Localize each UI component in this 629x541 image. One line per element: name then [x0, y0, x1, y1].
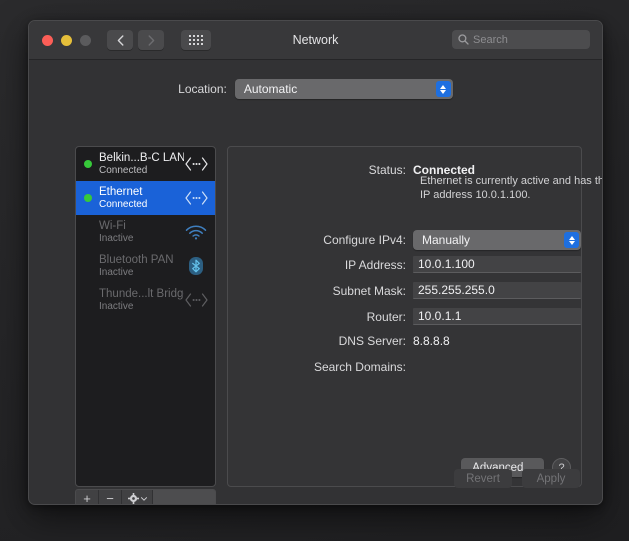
panes: Belkin...B-C LAN Connected Ethernet Conn… [75, 146, 602, 504]
chevron-right-icon [148, 34, 154, 46]
service-name: Wi-Fi [99, 219, 126, 232]
service-status: Inactive [99, 300, 134, 312]
network-service-list[interactable]: Belkin...B-C LAN Connected Ethernet Conn… [75, 146, 216, 487]
location-dropdown[interactable]: Automatic [234, 79, 453, 99]
service-row-thunderbolt-bridge[interactable]: Thunde...lt Bridge Inactive [76, 283, 215, 317]
service-row-belkin[interactable]: Belkin...B-C LAN Connected [76, 147, 215, 181]
subnet-mask-row: Subnet Mask: [228, 282, 581, 299]
bluetooth-icon [184, 256, 208, 276]
search-field[interactable] [452, 30, 590, 49]
back-button[interactable] [107, 30, 133, 50]
status-dot [84, 160, 92, 168]
ip-address-input[interactable] [413, 256, 581, 273]
configure-ipv4-label: Configure IPv4: [323, 233, 406, 247]
service-name: Belkin...B-C LAN [99, 151, 184, 164]
footer-filler [153, 490, 215, 504]
chevron-updown-icon [564, 232, 579, 248]
dns-server-value: 8.8.8.8 [413, 334, 450, 348]
service-row-bluetooth-pan[interactable]: Bluetooth PAN Inactive [76, 249, 215, 283]
traffic-lights [42, 34, 91, 46]
minimize-window-button[interactable] [61, 34, 72, 46]
router-label: Router: [366, 309, 406, 324]
revert-button[interactable]: Revert [454, 469, 512, 488]
apply-button[interactable]: Apply [522, 469, 580, 488]
router-row: Router: [228, 308, 581, 325]
dns-server-label: DNS Server: [338, 334, 406, 348]
status-description: Ethernet is currently active and has the… [420, 175, 603, 201]
window-titlebar: Network [29, 21, 602, 60]
wifi-icon [184, 225, 208, 240]
forward-button [138, 30, 164, 50]
service-status: Connected [99, 198, 148, 210]
location-value: Automatic [243, 82, 298, 96]
location-label: Location: [178, 82, 227, 96]
service-list-footer: + − [75, 489, 216, 504]
search-domains-row: Search Domains: [228, 360, 581, 374]
status-dot [84, 194, 92, 202]
network-preferences-window: Network Location: Automatic [28, 20, 603, 505]
service-status: Connected [99, 164, 148, 176]
status-dot [84, 296, 92, 304]
configure-ipv4-dropdown[interactable]: Manually [413, 230, 581, 250]
configure-ipv4-row: Configure IPv4: Manually [228, 230, 581, 250]
search-icon [458, 34, 469, 45]
toolbar-navigation [107, 30, 211, 50]
status-dot [84, 262, 92, 270]
configure-ipv4-value: Manually [422, 233, 471, 247]
subnet-mask-label: Subnet Mask: [332, 283, 406, 298]
gear-icon [127, 493, 139, 504]
search-domains-label: Search Domains: [313, 360, 406, 374]
service-detail-pane: Status: Connected Ethernet is currently … [227, 146, 602, 487]
remove-service-button[interactable]: − [99, 490, 122, 504]
service-name: Ethernet [99, 185, 143, 198]
window-actions: Revert Apply [454, 469, 580, 488]
chevron-left-icon [117, 34, 123, 46]
service-status: Inactive [99, 232, 134, 244]
ethernet-icon [184, 293, 208, 307]
search-input[interactable] [473, 33, 584, 46]
chevron-updown-icon [435, 81, 451, 97]
service-status: Inactive [99, 266, 134, 278]
dns-server-row: DNS Server: 8.8.8.8 [228, 334, 581, 348]
service-actions-menu-button[interactable] [122, 490, 153, 504]
service-row-wifi[interactable]: Wi-Fi Inactive [76, 215, 215, 249]
location-row: Location: Automatic [29, 60, 602, 99]
show-all-preferences-button[interactable] [181, 30, 211, 50]
subnet-mask-input[interactable] [413, 282, 581, 299]
zoom-window-button [80, 34, 91, 46]
ethernet-icon [184, 191, 208, 205]
grid-icon [189, 35, 203, 45]
desktop-background: Network Location: Automatic [0, 0, 629, 541]
ip-address-label: IP Address: [344, 257, 406, 272]
window-body: Location: Automatic Belkin...B-C LAN Con… [29, 60, 602, 504]
status-dot [84, 228, 92, 236]
ip-address-row: IP Address: [228, 256, 581, 273]
service-name: Thunde...lt Bridge [99, 287, 184, 300]
service-name: Bluetooth PAN [99, 253, 174, 266]
status-label: Status: [368, 163, 406, 177]
ethernet-icon [184, 157, 208, 171]
service-row-ethernet[interactable]: Ethernet Connected [76, 181, 215, 215]
chevron-down-icon [140, 496, 147, 501]
add-service-button[interactable]: + [76, 490, 99, 504]
close-window-button[interactable] [42, 34, 53, 46]
router-input[interactable] [413, 308, 581, 325]
